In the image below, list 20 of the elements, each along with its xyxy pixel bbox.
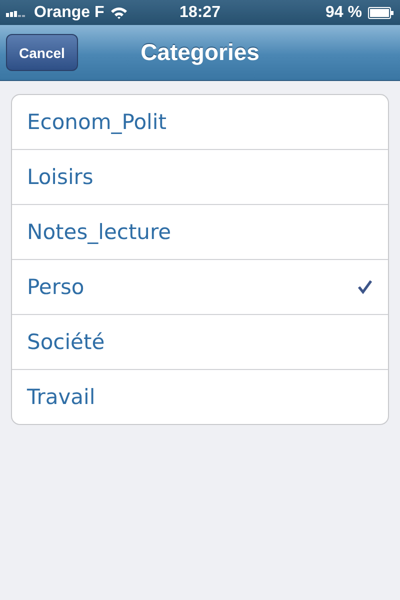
category-label: Perso: [27, 275, 84, 299]
category-row[interactable]: Econom_Polit: [12, 95, 388, 149]
wifi-icon: [110, 6, 128, 19]
category-label: Notes_lecture: [27, 220, 172, 244]
category-label: Econom_Polit: [27, 110, 166, 134]
category-label: Société: [27, 330, 105, 354]
carrier-name: Orange F: [34, 4, 104, 22]
battery-percent: 94 %: [326, 4, 362, 22]
category-label: Loisirs: [27, 165, 94, 189]
category-row[interactable]: Perso: [12, 259, 388, 314]
battery-icon: [368, 6, 394, 18]
cancel-button[interactable]: Cancel: [6, 34, 78, 71]
clock-time: 18:27: [180, 4, 220, 22]
category-row[interactable]: Notes_lecture: [12, 204, 388, 259]
category-label: Travail: [27, 385, 96, 409]
category-row[interactable]: Société: [12, 314, 388, 369]
nav-title: Categories: [140, 39, 260, 66]
category-row[interactable]: Travail: [12, 369, 388, 424]
category-row[interactable]: Loisirs: [12, 149, 388, 204]
signal-icon: [6, 8, 28, 16]
